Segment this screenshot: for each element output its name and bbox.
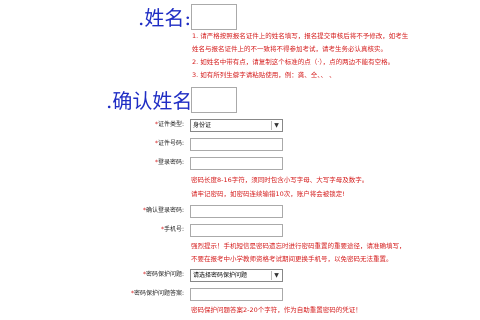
name-label: .姓名: bbox=[138, 6, 192, 30]
id-type-label: *证件类型: bbox=[154, 121, 184, 128]
security-answer-label: *密码保护问题答案: bbox=[130, 290, 184, 297]
name-note-3: 2. 如姓名中带有点，请复制这个标准的点（·），点的两边不能有空格。 bbox=[192, 58, 395, 66]
confirm-name-input[interactable] bbox=[191, 87, 237, 113]
phone-label: *手机号: bbox=[160, 226, 184, 233]
password-note-1: 密码长度8-16字符，须同时包含小写字母、大写字母及数字。 bbox=[191, 176, 369, 184]
id-number-label: *证件号码: bbox=[154, 140, 184, 147]
security-question-label: *密码保护问题: bbox=[142, 271, 184, 278]
security-answer-input[interactable] bbox=[190, 288, 283, 301]
phone-input[interactable] bbox=[190, 224, 283, 237]
id-type-select[interactable]: 身份证 ▼ bbox=[190, 119, 283, 132]
password-note-2: 请牢记密码，如密码连续输错10次，账户将会被锁定! bbox=[191, 190, 345, 198]
login-password-label: *登录密码: bbox=[154, 159, 184, 166]
name-note-4: 3. 如有所列生僻字请粘贴使用，例：龚、仝、、 、 bbox=[192, 71, 336, 79]
chevron-down-icon: ▼ bbox=[271, 271, 281, 280]
name-input[interactable] bbox=[191, 4, 237, 30]
phone-note-1: 强烈提示！手机短信是密码遗忘时进行密码重置的重要途径，请准确填写， bbox=[191, 242, 406, 250]
answer-note: 密码保护问题答案2-20个字符，作为自助重置密码的凭证！ bbox=[191, 306, 362, 314]
confirm-password-label: *确认登录密码: bbox=[142, 207, 184, 214]
security-question-select[interactable]: 请选择密码保护问题 ▼ bbox=[190, 269, 283, 282]
name-note-1: 1. 请严格按照报名证件上的姓名填写，报名提交审核后将不予修改，如考生 bbox=[192, 32, 409, 40]
id-number-input[interactable] bbox=[190, 138, 283, 151]
confirm-password-input[interactable] bbox=[190, 205, 283, 218]
login-password-input[interactable] bbox=[190, 157, 283, 170]
name-note-2: 姓名与报名证件上的不一致将不得参加考试，请考生务必认真核实。 bbox=[192, 45, 387, 53]
phone-note-2: 不要在报考中小学教师资格考试期间更换手机号，以免密码无法重置。 bbox=[191, 255, 393, 263]
chevron-down-icon: ▼ bbox=[271, 121, 281, 130]
confirm-name-label: .确认姓名: bbox=[106, 89, 200, 113]
